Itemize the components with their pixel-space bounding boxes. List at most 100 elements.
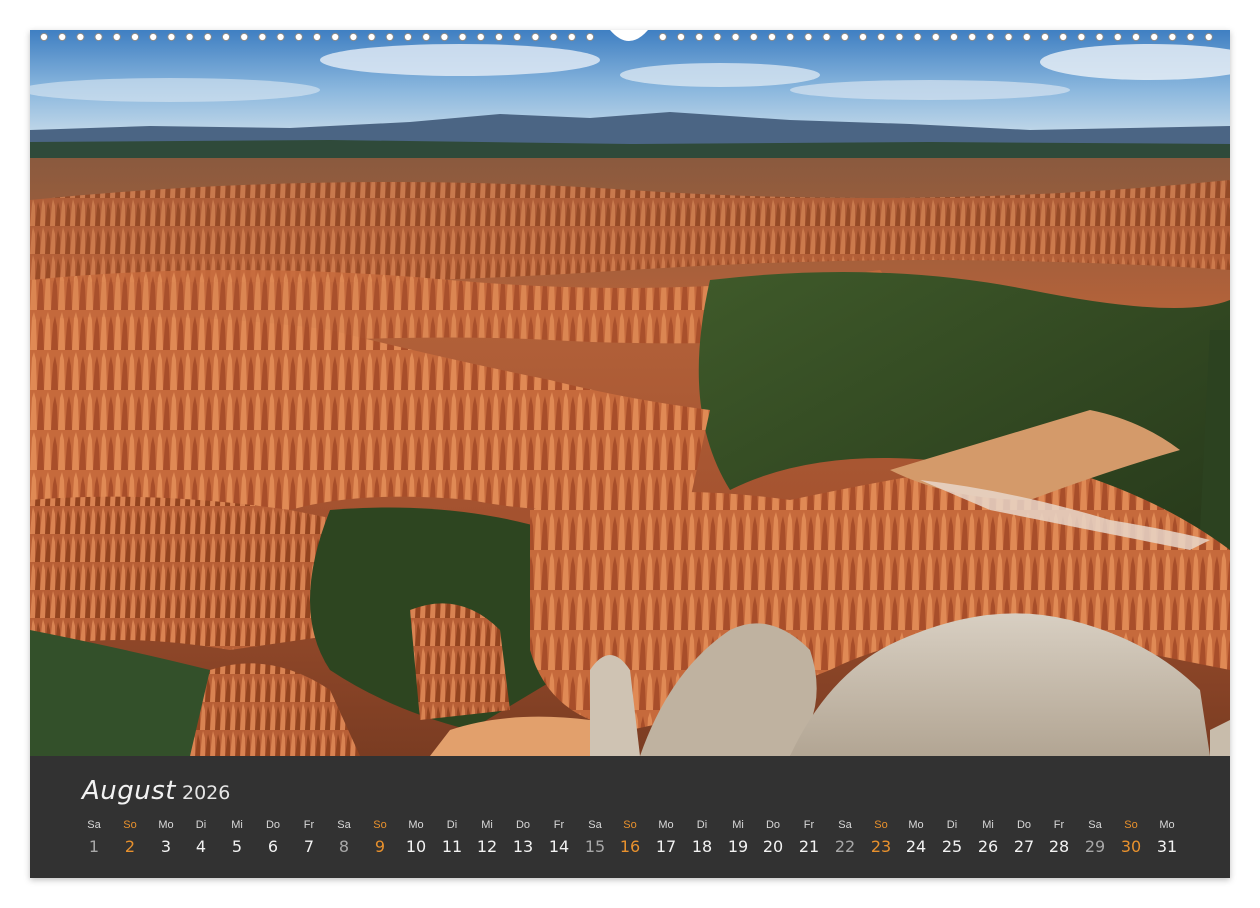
day-cell: Fr 28	[1041, 818, 1077, 857]
binding-hole	[185, 32, 194, 42]
binding-hole	[458, 32, 467, 42]
weekday-label: So	[623, 819, 637, 831]
binding-hole	[331, 32, 340, 42]
day-cell: Mi 26	[970, 818, 1006, 857]
binding-hole	[695, 32, 704, 42]
binding-hole	[294, 32, 303, 42]
day-cell: Sa 8	[326, 818, 362, 857]
binding-hole	[895, 32, 904, 42]
binding-hole	[76, 32, 85, 42]
day-number: 26	[977, 837, 999, 856]
day-number: 23	[870, 837, 892, 856]
binding-hole	[130, 32, 140, 42]
binding-hole	[440, 32, 449, 42]
day-cell: So 30	[1113, 818, 1149, 857]
binding-hole	[240, 32, 249, 42]
binding-hole	[749, 32, 758, 42]
day-number: 22	[834, 837, 856, 856]
binding-hole	[531, 32, 540, 42]
binding-hole	[1131, 32, 1141, 42]
binding-hole	[968, 32, 977, 42]
binding-hole	[804, 32, 813, 42]
weekday-label: Di	[946, 819, 958, 831]
binding-hole	[786, 32, 795, 42]
day-number: 17	[655, 837, 677, 856]
binding-hole	[986, 32, 995, 42]
day-cell: Di 25	[934, 818, 970, 857]
binding-hole	[549, 32, 558, 42]
binding-hole	[585, 32, 595, 42]
day-cell: Do 27	[1006, 818, 1042, 857]
day-cell: Sa 1	[76, 818, 112, 857]
binding-hole	[1113, 32, 1122, 42]
day-number: 15	[584, 837, 606, 856]
day-number: 3	[160, 837, 172, 856]
weekday-label: Di	[446, 819, 458, 831]
weekday-label: Sa	[337, 819, 351, 831]
day-cell: Mi 5	[219, 818, 255, 857]
binding-hole	[1204, 32, 1213, 42]
day-number: 10	[405, 837, 427, 856]
binding-hole	[349, 32, 358, 42]
weekday-label: Fr	[303, 819, 315, 831]
day-number: 13	[512, 837, 534, 856]
day-number: 7	[303, 837, 315, 856]
binding-hole	[258, 32, 267, 42]
binding-hole	[877, 32, 886, 42]
day-cell: Sa 29	[1077, 818, 1113, 857]
weekday-label: Mo	[158, 819, 174, 831]
binding-hole	[58, 32, 67, 42]
weekday-label: Do	[1016, 819, 1032, 831]
binding-hole	[1022, 32, 1031, 42]
binding-hole	[167, 32, 176, 42]
binding-hole	[94, 32, 103, 42]
day-number: 14	[548, 837, 570, 856]
weekday-label: Mi	[732, 819, 744, 831]
binding-hole	[931, 32, 940, 42]
day-cell: Do 6	[255, 818, 291, 857]
binding-hole	[1077, 32, 1086, 42]
day-cell: Do 13	[505, 818, 541, 857]
binding-hole	[1150, 32, 1159, 42]
binding-hole	[713, 32, 722, 42]
day-cell: Di 18	[684, 818, 720, 857]
binding-hole	[385, 32, 394, 42]
day-cell: So 2	[112, 818, 148, 857]
day-cell: Mo 31	[1149, 818, 1185, 857]
binding-hole	[1095, 32, 1104, 42]
day-number: 19	[727, 837, 749, 856]
weekday-label: Do	[515, 819, 531, 831]
weekday-label: Mi	[982, 819, 994, 831]
calendar-title: August 2026	[82, 776, 230, 806]
weekday-label: Mo	[1159, 819, 1175, 831]
binding-hole	[567, 32, 576, 42]
day-number: 21	[798, 837, 820, 856]
day-cell: So 23	[863, 818, 899, 857]
day-cell: Mo 10	[398, 818, 434, 857]
day-cell: Do 20	[755, 818, 791, 857]
weekday-label: So	[874, 819, 888, 831]
day-cell: Mi 12	[469, 818, 505, 857]
weekday-label: So	[123, 819, 137, 831]
binding-hole	[1186, 32, 1195, 42]
day-number: 29	[1084, 837, 1106, 856]
binding-hole	[112, 32, 121, 42]
binding-hole	[676, 32, 686, 42]
weekday-label: Di	[696, 819, 708, 831]
binding-hole	[312, 32, 322, 42]
calendar-strip: August 2026 Sa 1 So 2 Mo 3 Di 4 Mi 5 Do 6 Fr 7 Sa 8 So 9 Mo…	[30, 756, 1230, 878]
binding-hole	[858, 32, 868, 42]
binding-hole	[913, 32, 922, 42]
day-number: 18	[691, 837, 713, 856]
day-cell: Fr 7	[291, 818, 327, 857]
binding-hole	[1004, 32, 1013, 42]
day-number: 8	[338, 837, 350, 856]
day-number: 27	[1013, 837, 1035, 856]
day-number: 20	[762, 837, 784, 856]
day-number: 24	[905, 837, 927, 856]
day-cell: Di 4	[183, 818, 219, 857]
weekday-label: Sa	[87, 819, 101, 831]
binding-hole	[39, 32, 49, 42]
day-cell: Sa 22	[827, 818, 863, 857]
binding-hole	[822, 32, 831, 42]
